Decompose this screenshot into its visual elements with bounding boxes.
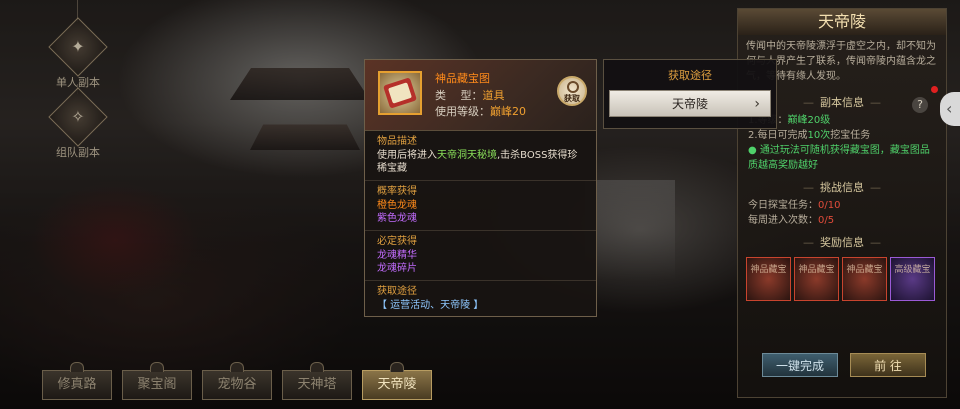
drop-item: 橙色龙魂 (377, 200, 417, 211)
item-tooltip: 神品藏宝图 类 型：道具 使用等级：巅峰20 获取 物品描述 使用后将进入天帝洞… (364, 59, 597, 317)
one-key-complete-button[interactable]: 一键完成 (762, 353, 838, 377)
obtain-route-section: 获取途径 【 运营活动、天帝陵 】 (365, 281, 596, 317)
sidebar-item-team[interactable]: ✧ 组队副本 (48, 87, 108, 160)
notification-dot (931, 86, 938, 93)
reward-item[interactable]: 神品藏宝 (842, 257, 887, 301)
item-level: 使用等级：巅峰20 (435, 105, 526, 118)
drop-item: 紫色龙魂 (377, 213, 417, 224)
help-icon[interactable]: ? (912, 97, 928, 113)
daily-tasks: 2.每日可完成10次挖宝任务 (748, 130, 871, 141)
weekly-entries: 每周进入次数：0/5 (748, 215, 835, 226)
drop-item: 龙魂精华 (377, 250, 417, 261)
treasure-map-icon (378, 71, 422, 115)
tab-tiandiling[interactable]: 天帝陵 (362, 362, 432, 400)
item-description: 使用后将进入天帝洞天秘境,击杀BOSS获得珍稀宝藏 (377, 150, 578, 174)
chevron-right-icon: › (754, 96, 760, 112)
item-name: 神品藏宝图 (435, 72, 490, 85)
item-type: 类 型：道具 (435, 89, 505, 102)
tooltip-header: 神品藏宝图 类 型：道具 使用等级：巅峰20 获取 (365, 60, 596, 131)
team-dungeon-icon: ✧ (48, 87, 108, 147)
sidebar-item-solo[interactable]: ✦ 单人副本 (48, 17, 108, 90)
panel-title: 天帝陵 (738, 9, 946, 35)
solo-dungeon-icon: ✦ (48, 17, 108, 77)
tab-tianshenta[interactable]: 天神塔 (282, 362, 352, 400)
chance-drops-section: 概率获得 橙色龙魂 紫色龙魂 (365, 181, 596, 231)
obtain-route-text: 【 运营活动、天帝陵 】 (377, 300, 484, 311)
obtain-icon-label: 获取 (564, 94, 580, 103)
section-challenge-info: 挑战信息 (738, 179, 946, 195)
collapse-chevron-icon[interactable]: ‹ (940, 92, 960, 126)
reward-item[interactable]: 神品藏宝 (746, 257, 791, 301)
section-reward-info: 奖励信息 (738, 234, 946, 250)
reward-list: 神品藏宝 神品藏宝 神品藏宝 高级藏宝 (738, 253, 946, 305)
dungeon-note: ● 通过玩法可随机获得藏宝图，藏宝图品质越高奖励越好 (748, 145, 930, 171)
tab-jubaoge[interactable]: 聚宝阁 (122, 362, 192, 400)
reward-item[interactable]: 神品藏宝 (794, 257, 839, 301)
magnifier-icon[interactable]: 获取 (557, 76, 587, 106)
today-treasure-tasks: 今日探宝任务：0/10 (748, 200, 841, 211)
obtain-route-panel: 获取途径 天帝陵 › (603, 59, 777, 129)
drop-item: 龙魂碎片 (377, 263, 417, 274)
item-description-section: 物品描述 使用后将进入天帝洞天秘境,击杀BOSS获得珍稀宝藏 (365, 131, 596, 181)
reward-item[interactable]: 高级藏宝 (890, 257, 935, 301)
tab-xiuzhenlu[interactable]: 修真路 (42, 362, 112, 400)
route-tiandiling-button[interactable]: 天帝陵 › (609, 90, 771, 117)
go-button[interactable]: 前 往 (850, 353, 926, 377)
guaranteed-drops-section: 必定获得 龙魂精华 龙魂碎片 (365, 231, 596, 281)
tab-chongwugu[interactable]: 宠物谷 (202, 362, 272, 400)
route-panel-title: 获取途径 (668, 69, 712, 82)
